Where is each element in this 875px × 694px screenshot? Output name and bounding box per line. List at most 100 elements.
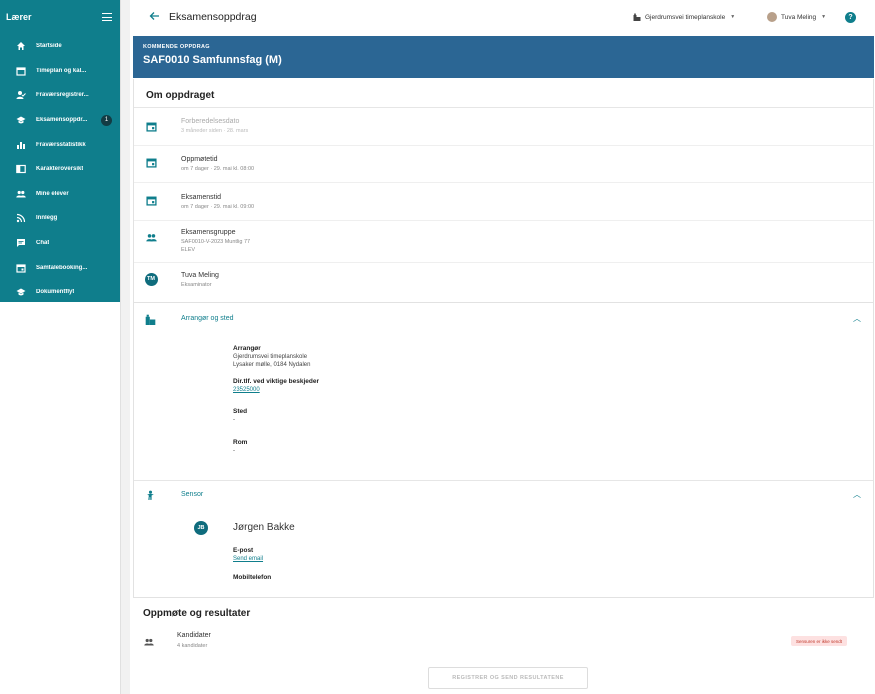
sidebar-item-label: Chat	[36, 240, 50, 247]
arranger-address: Lysaker mølle, 0184 Nydalen	[233, 362, 311, 368]
accordion-label: Sensor	[181, 491, 204, 498]
email-label: E-post	[233, 547, 254, 554]
examiner-initials: TM	[144, 272, 158, 286]
back-arrow-icon[interactable]	[149, 11, 165, 24]
sidebar-title: Lærer	[6, 12, 32, 22]
sidebar-item-timeplan[interactable]: Timeplan og kal...	[0, 59, 120, 84]
row-title: Oppmøtetid	[181, 156, 218, 163]
row-subtitle: om 7 dager · 29. mai kl. 09:00	[181, 204, 255, 210]
sidebar-item-karakteroversikt[interactable]: Karakteroversikt	[0, 157, 120, 182]
bar-chart-icon	[16, 140, 26, 150]
calendar-icon	[16, 66, 26, 76]
home-icon	[16, 41, 26, 51]
sidebar-item-label: Karakteroversikt	[36, 166, 84, 173]
grades-icon	[16, 164, 26, 174]
chat-icon	[16, 238, 26, 248]
sidebar-item-eksamensoppdrag[interactable]: Eksamensoppdr... 1	[0, 108, 120, 133]
sidebar-item-dokumentflyt[interactable]: Dokumentflyt	[0, 280, 120, 305]
user-name: Tuva Meling	[781, 13, 817, 21]
mobile-label: Mobiltelefon	[233, 574, 272, 581]
sensor-name: Jørgen Bakke	[233, 522, 295, 533]
sidebar-scrollbar[interactable]	[120, 0, 130, 694]
sensor-avatar: JB	[194, 521, 208, 535]
section-title-results: Oppmøte og resultater	[143, 608, 251, 619]
sidebar-item-innlegg[interactable]: Innlegg	[0, 206, 120, 231]
people-icon	[145, 231, 157, 243]
arranger-details: Arrangør Gjerdrumsvei timeplanskole Lysa…	[233, 345, 319, 455]
sidebar-item-label: Fraværsstatistikk	[36, 141, 86, 148]
school-name: Gjerdrumsvei timeplanskole	[645, 13, 726, 21]
school-icon	[16, 287, 26, 297]
sidebar-item-label: Mine elever	[36, 190, 69, 197]
sidebar-item-label: Innlegg	[36, 215, 58, 222]
row-subtitle: 3 måneder siden · 28. mars	[181, 128, 249, 134]
people-icon	[16, 189, 26, 199]
banner-kicker: KOMMENDE OPPDRAG	[143, 44, 210, 50]
section-title-about: Om oppdraget	[134, 79, 873, 108]
person-icon	[145, 490, 156, 503]
place-value: -	[233, 417, 235, 423]
chevron-up-icon: ︿	[853, 314, 861, 323]
top-bar: Eksamensoppdrag Gjerdrumsvei timeplansko…	[131, 0, 875, 34]
candidates-label: Kandidater	[177, 632, 211, 639]
attendance-icon	[16, 90, 26, 100]
row-subtitle: SAF0010-V-2023 Muntlig 77	[181, 239, 251, 245]
collapse-menu-icon[interactable]	[102, 13, 112, 21]
accordion-arranger[interactable]: Arrangør og sted ︿	[134, 305, 873, 335]
course-title: SAF0010 Samfunnsfag (M)	[143, 54, 282, 66]
user-menu[interactable]: Tuva Meling ▼	[767, 12, 826, 22]
row-subtitle: Eksaminator	[181, 282, 212, 288]
arranger-label: Arrangør	[233, 345, 261, 352]
accordion-sensor[interactable]: Sensor ︿	[134, 481, 873, 511]
info-row-preparation: Forberedelsesdato 3 måneder siden · 28. …	[134, 108, 873, 146]
avatar	[767, 12, 777, 22]
info-row-exam-time: Eksamenstid om 7 dager · 29. mai kl. 09:…	[134, 183, 873, 221]
calendar-icon	[145, 156, 157, 168]
room-value: -	[233, 448, 235, 454]
avatar: TM	[144, 272, 158, 286]
row-title: Tuva Meling	[181, 272, 219, 279]
event-icon	[16, 263, 26, 273]
row-subtitle-role: ELEV	[181, 247, 196, 253]
help-icon[interactable]: ?	[845, 11, 856, 23]
row-title: Eksamensgruppe	[181, 229, 236, 236]
sidebar-item-label: Dokumentflyt	[36, 289, 75, 296]
sidebar-item-label: Timeplan og kal...	[36, 67, 87, 74]
notification-badge: 1	[101, 114, 112, 126]
arranger-name: Gjerdrumsvei timeplanskole	[233, 354, 308, 360]
calendar-icon	[145, 194, 157, 206]
chevron-up-icon: ︿	[853, 490, 861, 499]
register-results-button[interactable]: REGISTRER OG SEND RESULTATENE	[428, 667, 588, 689]
sensor-details: E-post Send email Mobiltelefon	[233, 547, 271, 582]
school-selector[interactable]: Gjerdrumsvei timeplanskole ▼	[633, 13, 735, 21]
sidebar-item-label: Samtalebooking...	[36, 264, 88, 271]
status-badge: Sensuren er ikke sendt	[791, 636, 848, 646]
sidebar-item-startside[interactable]: Startside	[0, 34, 120, 59]
sidebar-header: Lærer	[0, 0, 120, 34]
sidebar-item-mine-elever[interactable]: Mine elever	[0, 182, 120, 207]
info-row-examiner: TM Tuva Meling Eksaminator	[134, 263, 873, 303]
accordion-label: Arrangør og sted	[181, 315, 234, 322]
phone-link[interactable]: 23525000	[233, 386, 319, 394]
page-title: Eksamensoppdrag	[169, 11, 257, 23]
chevron-down-icon: ▼	[730, 14, 736, 20]
sidebar: Lærer Startside Timeplan og kal... Fravæ…	[0, 0, 120, 302]
chevron-down-icon: ▼	[821, 14, 827, 20]
building-icon	[633, 13, 641, 21]
place-label: Sted	[233, 408, 248, 415]
rss-icon	[16, 213, 26, 223]
row-title: Eksamenstid	[181, 194, 222, 201]
assignment-details-card: Om oppdraget Forberedelsesdato 3 måneder…	[133, 79, 874, 598]
sidebar-item-label: Startside	[36, 43, 62, 50]
calendar-icon	[145, 120, 157, 132]
assignment-banner: KOMMENDE OPPDRAG SAF0010 Samfunnsfag (M)	[133, 36, 874, 78]
send-email-link[interactable]: Send email	[233, 555, 271, 563]
sidebar-item-fravaersregistrering[interactable]: Fraværsregistrer...	[0, 83, 120, 108]
info-row-attendance-time: Oppmøtetid om 7 dager · 29. mai kl. 08:0…	[134, 146, 873, 183]
sidebar-item-samtalebooking[interactable]: Samtalebooking...	[0, 255, 120, 280]
people-icon	[143, 637, 155, 647]
sidebar-item-fravaersstatistikk[interactable]: Fraværsstatistikk	[0, 132, 120, 157]
sidebar-item-chat[interactable]: Chat	[0, 231, 120, 256]
candidates-count: 4 kandidater	[177, 643, 208, 649]
school-icon	[16, 115, 26, 125]
